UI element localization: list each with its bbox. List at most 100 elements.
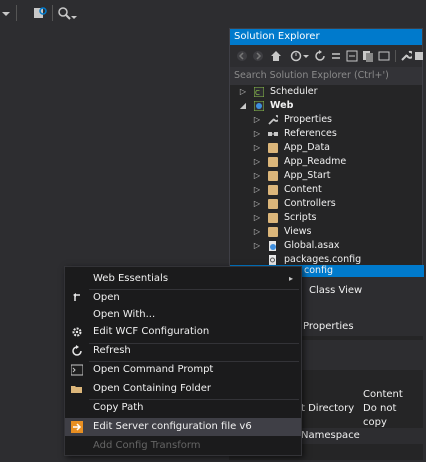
toolbar-separator bbox=[52, 5, 53, 21]
menu-item-open-containing-folder[interactable]: Open Containing Folder bbox=[65, 380, 301, 398]
tree-item-label: Scripts bbox=[284, 212, 317, 223]
tree-item-label: Views bbox=[284, 226, 312, 237]
tree-item-web[interactable]: ◢ Web bbox=[230, 99, 424, 113]
menu-item-edit-server-configuration[interactable]: Edit Server configuration file v6 bbox=[65, 418, 301, 436]
tree-item-views[interactable]: ▷ Views bbox=[230, 225, 424, 239]
properties-wrench-icon[interactable] bbox=[400, 50, 414, 65]
menu-item-label: Open bbox=[93, 292, 120, 303]
expand-arrow-icon[interactable]: ▷ bbox=[252, 169, 262, 183]
collapse-arrow-icon[interactable]: ◢ bbox=[238, 99, 248, 113]
web-project-icon bbox=[253, 100, 265, 112]
find-dropdown-icon[interactable] bbox=[70, 6, 78, 20]
back-icon[interactable] bbox=[236, 50, 248, 65]
tree-item-label: Global.asax bbox=[284, 240, 340, 251]
view-code-icon[interactable] bbox=[415, 50, 423, 65]
tree-item-content[interactable]: ▷ Content bbox=[230, 183, 424, 197]
tab-class-view[interactable]: Class View bbox=[301, 280, 370, 302]
expand-arrow-icon[interactable]: ▷ bbox=[252, 239, 262, 253]
dropdown-arrow-icon[interactable] bbox=[0, 6, 14, 20]
find-icon[interactable] bbox=[57, 6, 71, 20]
expand-arrow-icon[interactable]: ▷ bbox=[252, 197, 262, 211]
open-arrow-icon bbox=[71, 292, 83, 304]
tree-item-label: Web bbox=[270, 100, 294, 111]
tree-item-label: Content bbox=[284, 184, 322, 195]
menu-item-label: Web Essentials bbox=[93, 273, 169, 284]
folder-open-icon bbox=[71, 383, 83, 395]
menu-item-label: Open Containing Folder bbox=[93, 383, 212, 394]
tree-item-scripts[interactable]: ▷ Scripts bbox=[230, 211, 424, 225]
server-config-icon bbox=[71, 421, 83, 433]
property-name: t Directory bbox=[301, 403, 355, 414]
tree-item-label: Controllers bbox=[284, 198, 336, 209]
tree-item-references[interactable]: ▷ References bbox=[230, 127, 424, 141]
history-icon[interactable] bbox=[290, 50, 302, 65]
solution-explorer-search-input[interactable]: Search Solution Explorer (Ctrl+') bbox=[230, 67, 422, 85]
toolbar-separator bbox=[16, 5, 17, 21]
tree-item-label: Properties bbox=[284, 114, 333, 125]
expand-arrow-icon[interactable]: ▷ bbox=[252, 113, 262, 127]
menu-item-refresh[interactable]: Refresh bbox=[65, 342, 301, 360]
tree-item-app-data[interactable]: ▷ App_Data bbox=[230, 141, 424, 155]
tree-item-label: App_Data bbox=[284, 142, 330, 153]
expand-arrow-icon[interactable]: ▷ bbox=[252, 155, 262, 169]
folder-icon bbox=[268, 185, 278, 195]
solution-explorer-title: Solution Explorer bbox=[230, 29, 422, 45]
wcf-gear-icon bbox=[71, 326, 83, 338]
menu-item-open-command-prompt[interactable]: Open Command Prompt bbox=[65, 361, 301, 379]
svg-text:C: C bbox=[255, 89, 260, 97]
menu-item-label: Edit WCF Configuration bbox=[93, 326, 210, 337]
history-dropdown-icon[interactable] bbox=[303, 50, 309, 65]
folder-icon bbox=[268, 157, 278, 167]
submenu-arrow-icon: ▸ bbox=[289, 274, 294, 283]
property-name: Namespace bbox=[301, 430, 360, 441]
tree-item-app-readme[interactable]: ▷ App_Readme bbox=[230, 155, 424, 169]
solution-explorer-toolbar bbox=[230, 45, 423, 67]
menu-item-label: Open With... bbox=[93, 309, 156, 320]
show-all-files-icon[interactable] bbox=[362, 50, 374, 65]
expand-arrow-icon[interactable]: ▷ bbox=[252, 211, 262, 225]
folder-icon bbox=[268, 171, 278, 181]
menu-item-web-essentials[interactable]: Web Essentials ▸ bbox=[65, 270, 301, 288]
main-toolbar bbox=[0, 0, 426, 26]
tree-item-properties[interactable]: ▷ Properties bbox=[230, 113, 424, 127]
expand-arrow-icon[interactable]: ▷ bbox=[238, 85, 248, 99]
menu-item-open-with[interactable]: Open With... bbox=[65, 306, 301, 324]
tree-item-label: References bbox=[284, 128, 337, 139]
tree-item-app-start[interactable]: ▷ App_Start bbox=[230, 169, 424, 183]
menu-item-edit-wcf-configuration[interactable]: Edit WCF Configuration bbox=[65, 323, 301, 341]
home-icon[interactable] bbox=[270, 50, 282, 65]
property-value: Do not copy bbox=[363, 403, 397, 428]
sync-icon[interactable] bbox=[330, 50, 342, 65]
tree-item-label: Scheduler bbox=[270, 86, 318, 97]
expand-arrow-icon[interactable]: ▷ bbox=[252, 141, 262, 155]
menu-item-label: Refresh bbox=[93, 345, 131, 356]
refresh-icon[interactable] bbox=[314, 50, 326, 65]
tree-item-global-asax[interactable]: ▷ Global.asax bbox=[230, 239, 424, 253]
forward-icon[interactable] bbox=[252, 50, 264, 65]
tree-item-controllers[interactable]: ▷ Controllers bbox=[230, 197, 424, 211]
property-value: Content bbox=[363, 389, 403, 400]
refresh-icon bbox=[71, 345, 83, 357]
expand-arrow-icon[interactable]: ▷ bbox=[252, 127, 262, 141]
menu-item-add-config-transform[interactable]: Add Config Transform bbox=[65, 437, 301, 455]
menu-item-open[interactable]: Open bbox=[65, 289, 301, 307]
find-in-files-icon[interactable] bbox=[33, 6, 47, 20]
collapse-all-icon[interactable] bbox=[346, 50, 358, 65]
menu-item-copy-path[interactable]: Copy Path bbox=[65, 399, 301, 417]
csharp-project-icon: C bbox=[253, 86, 265, 98]
references-icon bbox=[268, 129, 278, 139]
expand-arrow-icon[interactable]: ▷ bbox=[252, 183, 262, 197]
menu-item-label: Add Config Transform bbox=[93, 440, 201, 451]
menu-item-label: Open Command Prompt bbox=[93, 364, 214, 375]
tree-item-label: config bbox=[304, 265, 334, 276]
folder-icon bbox=[268, 199, 278, 209]
config-file-icon bbox=[268, 255, 278, 265]
tree-item-label: App_Start bbox=[284, 170, 331, 181]
solution-explorer-panel: Solution Explorer Search Solution Explor… bbox=[229, 28, 424, 277]
global-asax-icon bbox=[268, 241, 278, 251]
preview-icon[interactable] bbox=[378, 50, 390, 65]
expand-arrow-icon[interactable]: ▷ bbox=[252, 225, 262, 239]
tree-item-scheduler[interactable]: ▷ C Scheduler bbox=[230, 85, 424, 99]
folder-icon bbox=[268, 143, 278, 153]
wrench-icon bbox=[268, 115, 280, 125]
